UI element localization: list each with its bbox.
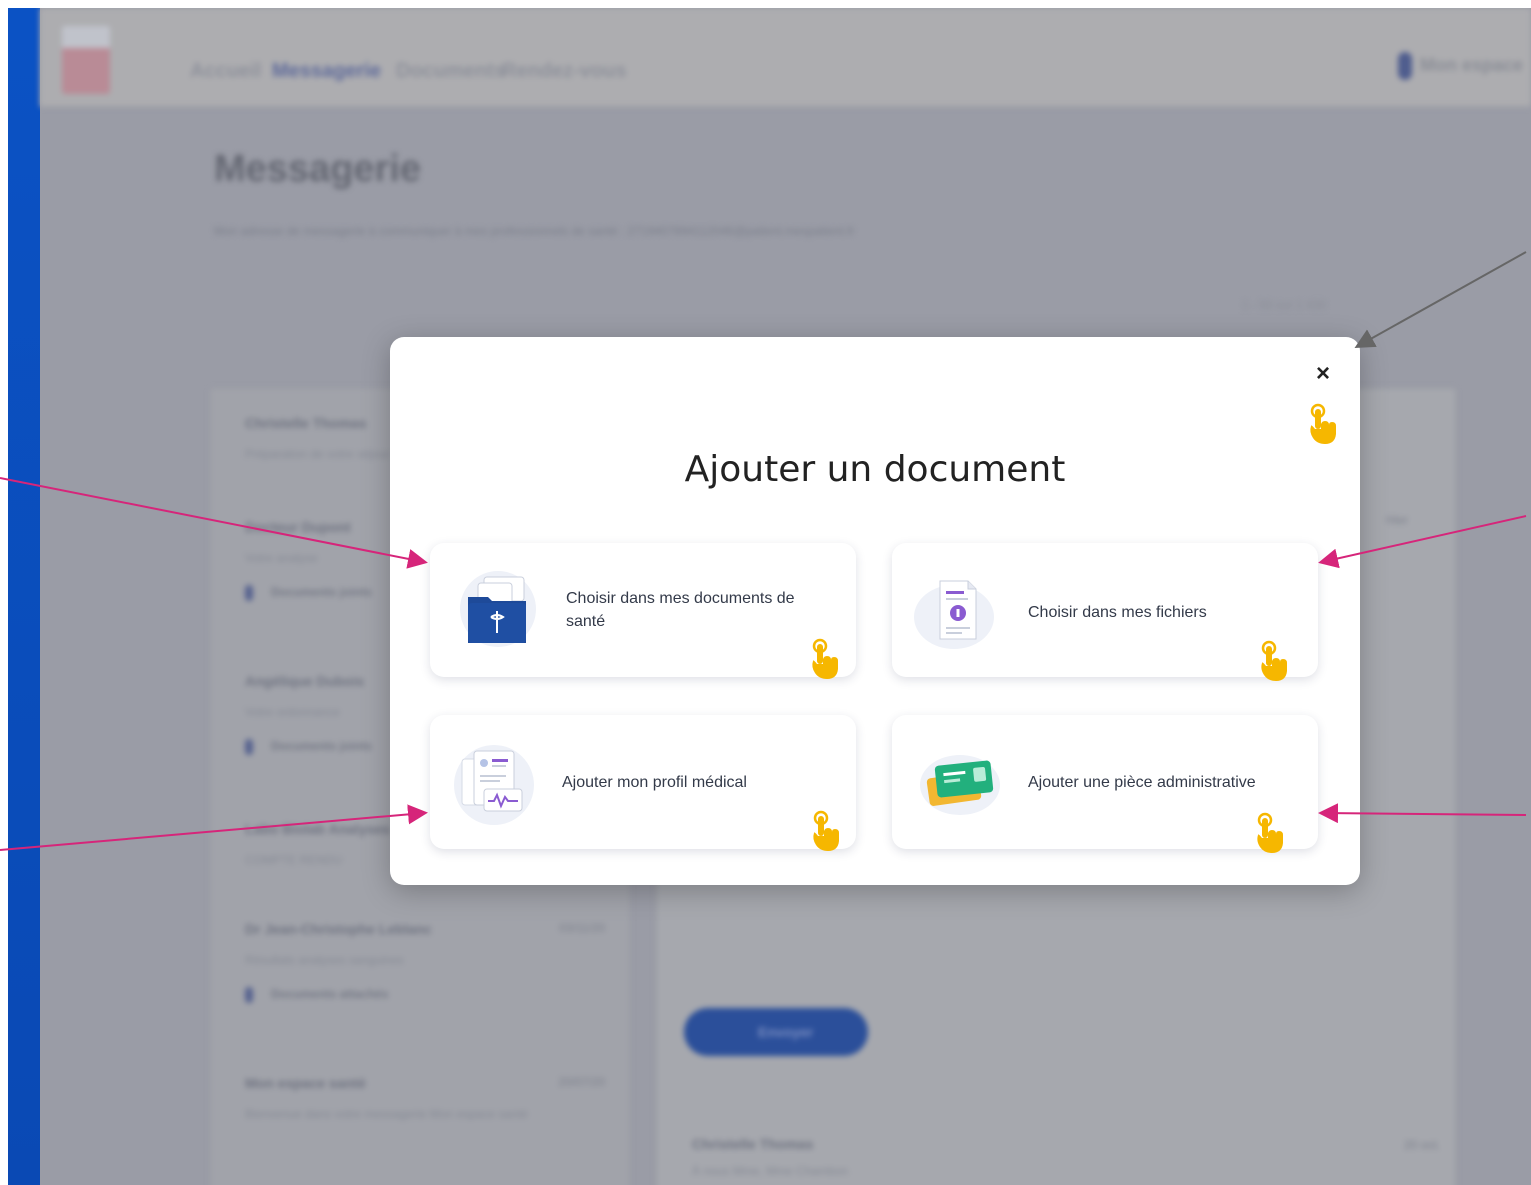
option-label: Choisir dans mes documents de santé [566,590,795,630]
screen: Accueil Messagerie Documents Rendez-vous… [8,8,1531,1185]
nav-rendez-vous[interactable]: Rendez-vous [502,60,626,83]
user-menu[interactable]: Mon espace [1397,52,1523,80]
id-card-icon [920,755,1000,815]
option-health-documents[interactable]: Choisir dans mes documents de santé [430,543,856,679]
pagination[interactable]: 1 - 50 sur 1 430 [1242,298,1326,312]
tap-hand-icon [812,638,838,679]
footer-sender-name: Christelle Thomas [692,1136,814,1152]
file-icon [914,580,994,649]
conversation-item[interactable]: Dr Jean-Christophe Leblanc 03/11/20 Résu… [245,921,605,1003]
conversation-date: 20/07/20 [558,1075,605,1089]
conversation-date: 03/11/20 [559,921,605,935]
option-label: Ajouter une pièce administrative [1028,774,1256,791]
modal-title: Ajouter un document [684,449,1066,490]
conversation-name: Dr Jean-Christophe Leblanc [245,921,432,937]
nav-messagerie[interactable]: Messagerie [272,60,381,83]
nav-documents[interactable]: Documents [396,60,505,83]
app-header: Accueil Messagerie Documents Rendez-vous… [40,8,1531,107]
option-label: Choisir dans mes fichiers [1028,604,1207,621]
message-date: Hier [1386,513,1409,527]
footer-date: 20 oct. [1404,1138,1441,1152]
tap-hand-icon [1310,403,1336,444]
conversation-attachment: Documents attachés [245,987,605,1003]
option-my-files[interactable]: Choisir dans mes fichiers [892,543,1318,681]
conversation-item[interactable]: Mon espace santé 20/07/20 Bienvenue dans… [245,1075,605,1121]
page-title: Messagerie [214,148,422,190]
option-label: Ajouter mon profil médical [562,774,747,791]
user-icon [1397,52,1412,80]
conversation-name: Mon espace santé [245,1075,366,1091]
send-button[interactable]: Envoyer [684,1008,868,1056]
user-label: Mon espace [1419,54,1523,75]
tap-hand-icon [813,810,839,851]
app-logo [62,26,110,94]
footer-sender-sub: À nous Mme, Mme Chambon [692,1164,849,1178]
medical-profile-icon [454,745,534,825]
conversation-preview: Bienvenue dans votre messagerie Mon espa… [245,1107,528,1121]
page-subtitle: Mon adresse de messagerie à communiquer … [214,224,855,238]
left-edge-strip [8,8,40,1185]
conversation-preview: Résultats analyses sanguines [245,953,404,967]
tap-hand-icon [1261,640,1287,681]
tap-hand-icon [1257,812,1283,853]
close-icon[interactable]: × [1310,361,1336,387]
nav-accueil[interactable]: Accueil [190,60,261,83]
option-administrative-document[interactable]: Ajouter une pièce administrative [892,715,1318,853]
option-medical-profile[interactable]: Ajouter mon profil médical [430,715,856,851]
medical-folder-icon [460,571,536,647]
add-document-modal: × Ajouter un document Choisir dans mes d… [390,337,1360,885]
